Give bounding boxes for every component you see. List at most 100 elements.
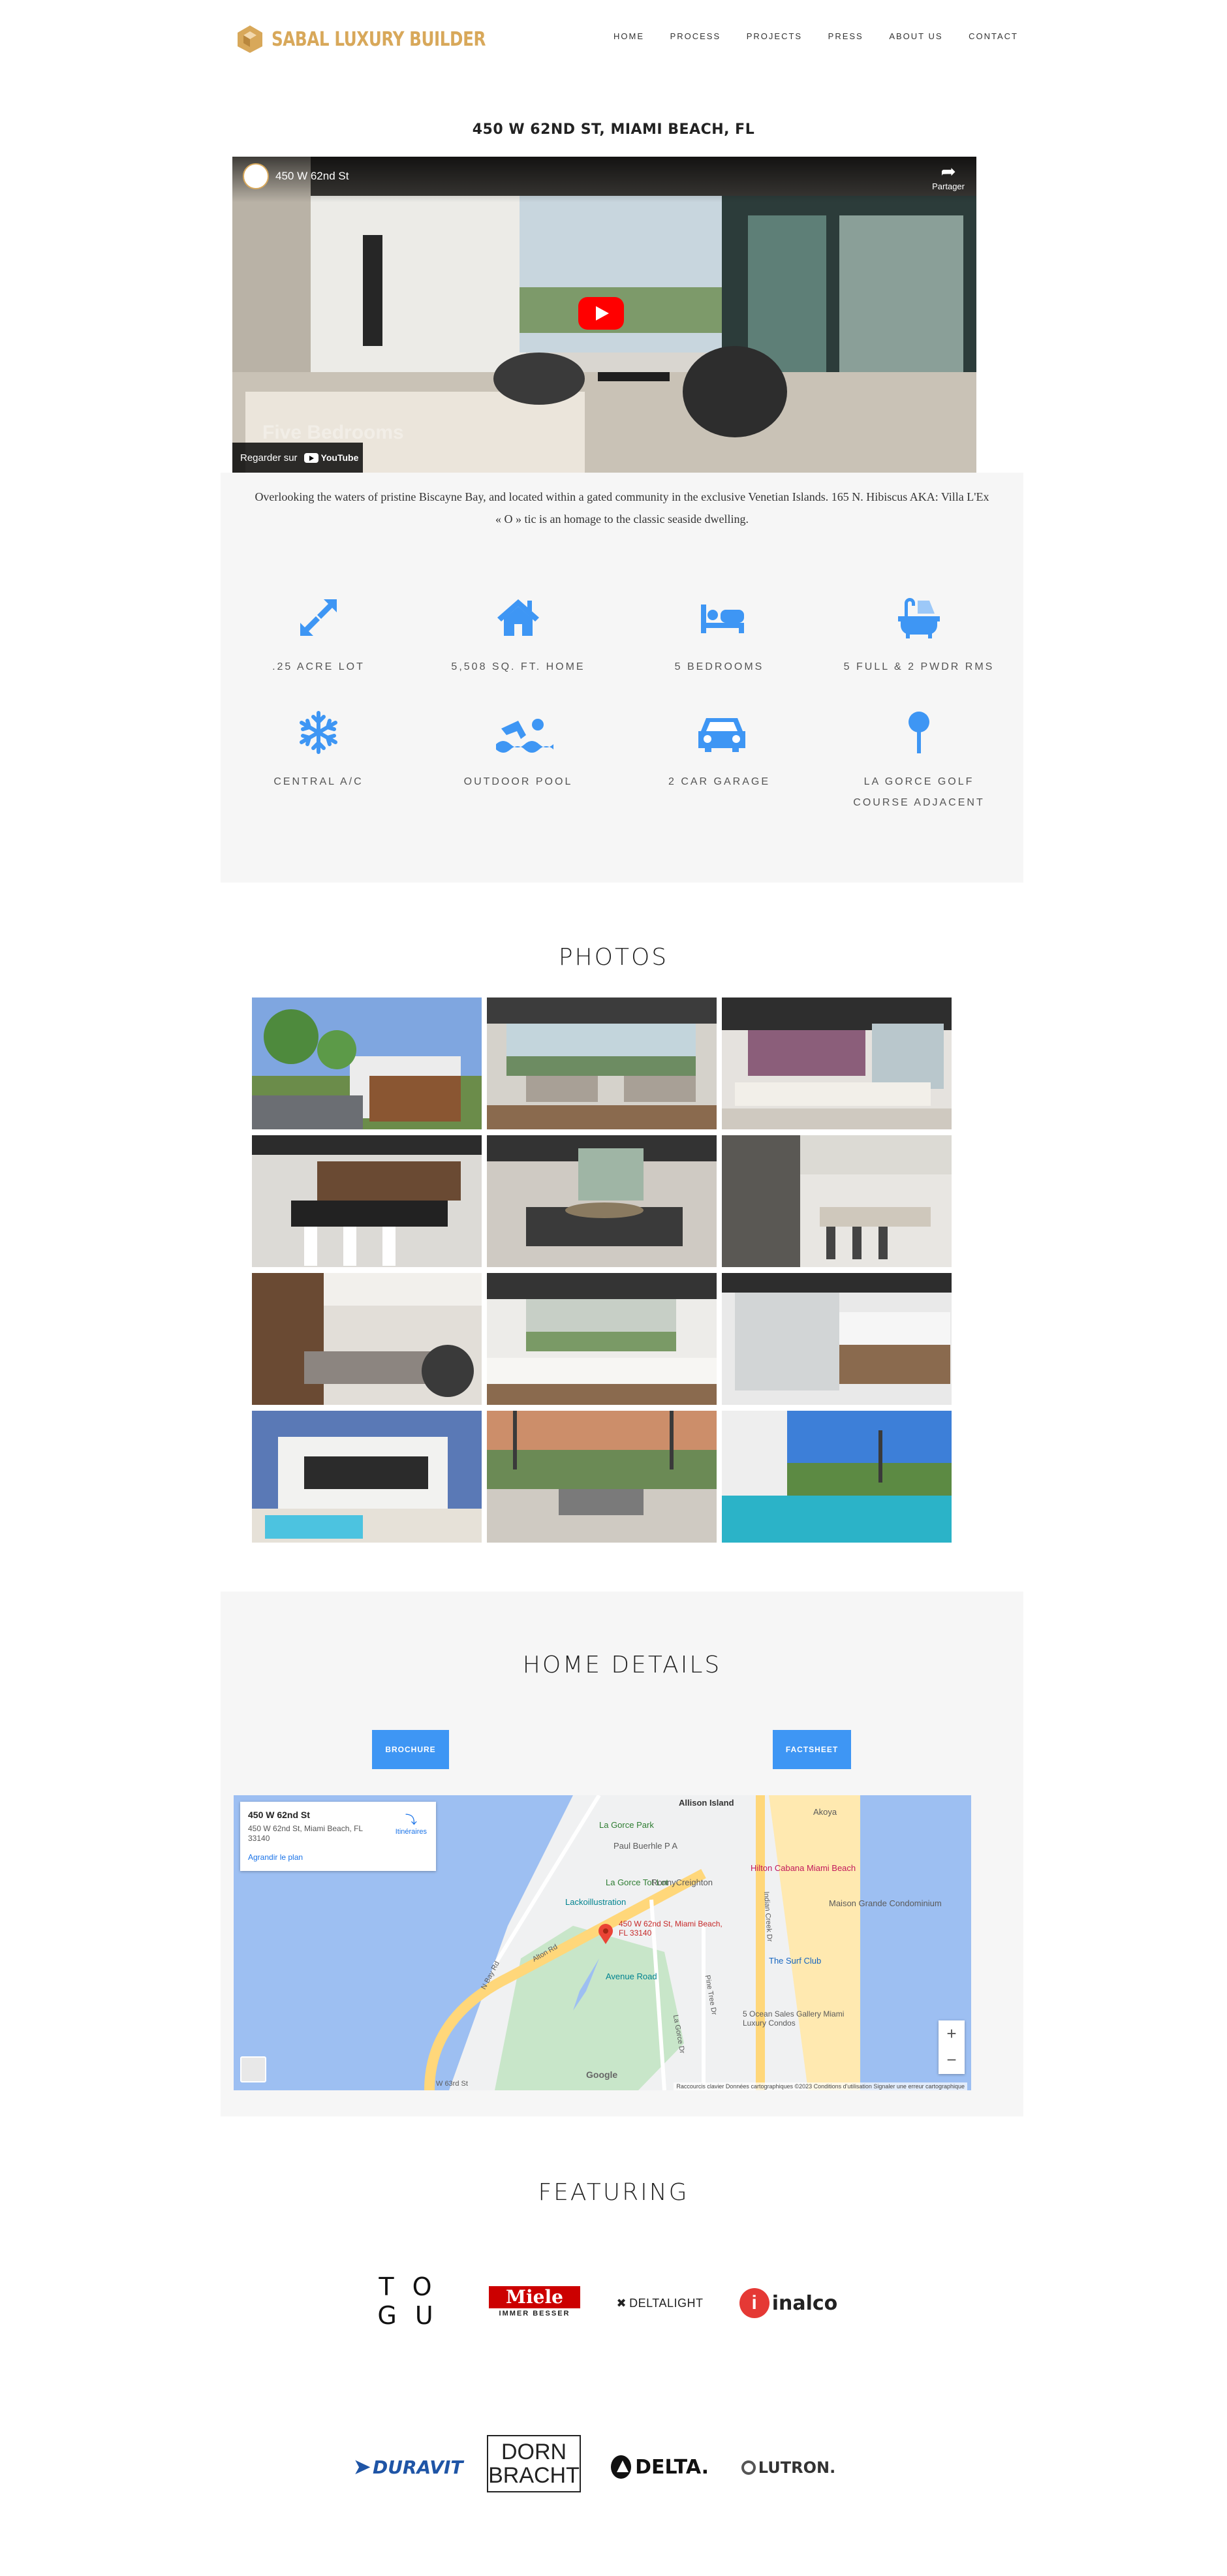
- deltalight-mark-icon: ✖: [616, 2296, 627, 2310]
- map-label: W 63rd St: [436, 2080, 468, 2088]
- duravit-mark-icon: ➤: [352, 2455, 372, 2479]
- expand-arrows-icon: [295, 594, 342, 641]
- gallery-photo-2[interactable]: [487, 997, 717, 1129]
- car-icon: [696, 709, 745, 756]
- map-footer: Raccourcis clavier Données cartographiqu…: [674, 2082, 967, 2090]
- logo-text: SABAL LUXURY BUILDER: [272, 27, 486, 51]
- gallery-photo-7[interactable]: [252, 1273, 482, 1405]
- google-logo: Google: [586, 2069, 618, 2080]
- feature-label: 2 CAR GARAGE: [668, 776, 771, 787]
- video-title[interactable]: 450 W 62nd St: [275, 170, 349, 183]
- map-card-address: 450 W 62nd St, Miami Beach, FL 33140: [248, 1824, 363, 1843]
- nav-projects[interactable]: PROJECTS: [747, 31, 802, 41]
- feature-label: CENTRAL A/C: [273, 776, 364, 787]
- feature-golf: LA GORCE GOLF COURSE ADJACENT: [821, 709, 1017, 813]
- feature-label: .25 ACRE LOT: [272, 661, 365, 672]
- feature-label: LA GORCE GOLF COURSE ADJACENT: [853, 776, 985, 808]
- nav-contact[interactable]: CONTACT: [969, 31, 1018, 41]
- property-video[interactable]: 450 W 62nd St ➦ Partager Five Bedrooms R…: [232, 157, 976, 473]
- zoom-out-button[interactable]: −: [939, 2047, 965, 2073]
- nav-about-us[interactable]: ABOUT US: [889, 31, 942, 41]
- featuring-heading: FEATURING: [538, 2179, 689, 2206]
- directions-icon: ⤵: [405, 1814, 417, 1827]
- nav-press[interactable]: PRESS: [828, 31, 863, 41]
- gallery-photo-6[interactable]: [722, 1135, 952, 1267]
- gallery-photo-9[interactable]: [722, 1273, 952, 1405]
- feature-home: 5,508 SQ. FT. HOME: [420, 594, 616, 678]
- factsheet-button[interactable]: FACTSHEET: [773, 1730, 851, 1769]
- property-title: 450 W 62ND ST, MIAMI BEACH, FL: [472, 121, 755, 138]
- share-button[interactable]: ➦ Partager: [932, 161, 965, 192]
- gallery-photo-10[interactable]: [252, 1411, 482, 1543]
- nav-process[interactable]: PROCESS: [670, 31, 721, 41]
- watch-on-label: Regarder sur: [240, 452, 298, 463]
- delta-mark-icon: [611, 2455, 632, 2479]
- map-label: Maison Grande Condominium: [829, 1898, 942, 1908]
- video-overlay-caption: Five Bedrooms: [262, 422, 404, 443]
- feature-label: OUTDOOR POOL: [463, 776, 573, 787]
- site-logo[interactable]: SABAL LUXURY BUILDER: [235, 24, 533, 55]
- bed-icon: [696, 594, 744, 641]
- feature-ac: CENTRAL A/C: [221, 709, 416, 793]
- map-pin-label: 450 W 62nd St, Miami Beach, FL 33140: [619, 1919, 722, 1938]
- inalco-mark-icon: i: [739, 2288, 769, 2318]
- gallery-photo-12[interactable]: [722, 1411, 952, 1543]
- feature-label: 5,508 SQ. FT. HOME: [451, 661, 585, 672]
- snowflake-icon: [295, 709, 342, 756]
- share-arrow-icon: ➦: [940, 161, 956, 181]
- enlarge-map-link[interactable]: Agrandir le plan: [248, 1853, 428, 1862]
- gallery-photo-8[interactable]: [487, 1273, 717, 1405]
- brand-logo-dornbracht[interactable]: DORN BRACHT: [487, 2435, 581, 2492]
- map-info-card: 450 W 62nd St 450 W 62nd St, Miami Beach…: [240, 1802, 436, 1871]
- brand-logo-delta[interactable]: DELTA.: [611, 2452, 709, 2482]
- map-label: Avenue Road: [606, 1971, 657, 1981]
- bathtub-icon: [895, 594, 942, 641]
- map-label: Lackoillustration: [565, 1897, 627, 1907]
- channel-avatar[interactable]: [243, 163, 269, 189]
- share-label: Partager: [932, 181, 965, 191]
- gallery-photo-5[interactable]: [487, 1135, 717, 1267]
- home-icon: [495, 594, 542, 641]
- gallery-photo-3[interactable]: [722, 997, 952, 1129]
- feature-label: 5 BEDROOMS: [674, 661, 764, 672]
- watch-on-youtube-button[interactable]: Regarder sur YouTube: [232, 443, 363, 473]
- feature-label: 5 FULL & 2 PWDR RMS: [843, 661, 995, 672]
- zoom-in-button[interactable]: +: [939, 2020, 965, 2047]
- home-details-panel: HOME DETAILS BROCHURE FACTSHEET Allison …: [221, 1592, 1023, 2116]
- play-button[interactable]: [578, 297, 624, 330]
- gallery-photo-4[interactable]: [252, 1135, 482, 1267]
- main-nav: HOME PROCESS PROJECTS PRESS ABOUT US CON…: [614, 31, 1018, 41]
- nav-home[interactable]: HOME: [614, 31, 644, 41]
- gallery-photo-1[interactable]: [252, 997, 482, 1129]
- home-details-heading: HOME DETAILS: [522, 1652, 722, 1678]
- property-description: Overlooking the waters of pristine Bisca…: [255, 490, 989, 526]
- map-label: La Gorce Park: [599, 1820, 654, 1830]
- features-panel: Overlooking the waters of pristine Bisca…: [221, 473, 1023, 883]
- site-header: SABAL LUXURY BUILDER HOME PROCESS PROJEC…: [0, 0, 1227, 78]
- street-view-button[interactable]: [240, 2056, 266, 2082]
- swimmer-icon: [495, 709, 553, 756]
- feature-bedrooms: 5 BEDROOMS: [621, 594, 817, 678]
- golf-icon: [895, 709, 942, 756]
- brand-logo-deltalight[interactable]: ✖ DELTALIGHT: [611, 2290, 709, 2316]
- map-label: Paul Buerhle P A: [614, 1841, 678, 1851]
- brand-logo-duravit[interactable]: ➤ DURAVIT: [352, 2451, 463, 2483]
- brand-logo-miele[interactable]: Miele IMMER BESSER: [487, 2284, 582, 2320]
- youtube-logo: YouTube: [303, 452, 358, 463]
- map-zoom-controls: + −: [939, 2020, 965, 2074]
- feature-garage: 2 CAR GARAGE: [621, 709, 817, 793]
- feature-bathrooms: 5 FULL & 2 PWDR RMS: [821, 594, 1017, 678]
- photos-heading: PHOTOS: [558, 944, 669, 971]
- brand-logo-togu[interactable]: T O G U: [365, 2265, 450, 2337]
- brand-logo-lutron[interactable]: LUTRON.: [735, 2455, 842, 2481]
- map-label: Allison Island: [679, 1798, 734, 1808]
- map-label: Hilton Cabana Miami Beach: [751, 1863, 856, 1873]
- map-label: RonnyCreighton: [651, 1877, 713, 1887]
- gallery-photo-11[interactable]: [487, 1411, 717, 1543]
- map-label: Akoya: [813, 1807, 837, 1817]
- brochure-button[interactable]: BROCHURE: [372, 1730, 449, 1769]
- lutron-mark-icon: [741, 2460, 756, 2475]
- brand-logo-inalco[interactable]: i inalco: [735, 2285, 842, 2321]
- directions-button[interactable]: ⤵ Itinéraires: [396, 1811, 427, 1836]
- google-map[interactable]: Allison Island La Gorce Park Paul Buerhl…: [234, 1795, 971, 2090]
